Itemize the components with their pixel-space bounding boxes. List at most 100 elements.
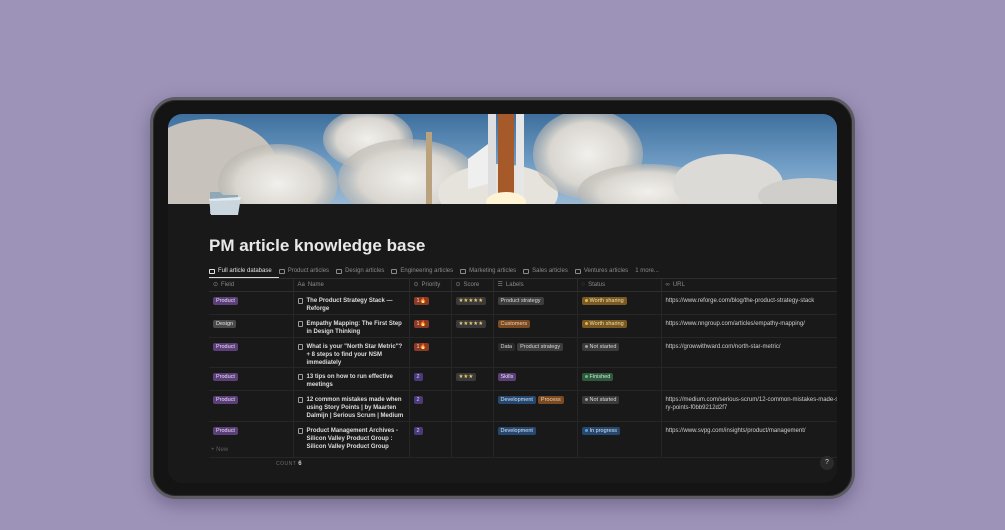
score-cell[interactable]: ★★★★★ (451, 314, 494, 338)
status-cell[interactable]: Worth sharing (577, 291, 662, 315)
table-row[interactable]: Product The Product Strategy Stack — Ref… (209, 291, 837, 315)
status-dot (584, 429, 588, 433)
url-link[interactable]: https://medium.com/serious-scrum/12-comm… (666, 397, 838, 411)
url-link[interactable]: https://www.reforge.com/blog/the-product… (666, 298, 815, 304)
url-link[interactable]: https://www.nngroup.com/articles/empathy… (666, 321, 805, 327)
priority-tag: 1🔥 (413, 297, 430, 305)
priority-cell[interactable]: 2 (409, 390, 452, 422)
name-cell[interactable]: What is your "North Star Metric"? + 8 st… (293, 337, 410, 368)
label-tag: Development (497, 427, 536, 435)
page-icon (297, 374, 303, 380)
field-cell[interactable]: Product (209, 291, 294, 315)
label-tag: Skills (497, 373, 517, 381)
url-cell[interactable]: https://medium.com/serious-scrum/12-comm… (661, 390, 838, 422)
table-row[interactable]: Product 13 tips on how to run effective … (209, 367, 837, 391)
page-icon (297, 397, 303, 403)
column-header-score[interactable]: ⊙ Score (451, 278, 494, 292)
tab-more[interactable]: 1 more... (635, 268, 659, 274)
page-title[interactable]: PM article knowledge base (209, 236, 425, 256)
url-cell[interactable] (661, 367, 837, 391)
table-row[interactable]: Product Product Management Archives - Si… (209, 421, 837, 458)
status-tag: Worth sharing (581, 297, 627, 305)
tab-product-articles[interactable]: Product articles (278, 268, 329, 274)
name-cell[interactable]: The Product Strategy Stack — Reforge (293, 291, 410, 315)
column-header-field[interactable]: ⊙ Field (209, 278, 294, 292)
status-tag: Not started (581, 343, 620, 351)
help-button[interactable]: ? (820, 456, 834, 470)
priority-cell[interactable]: 1🔥 (409, 291, 452, 315)
name-cell[interactable]: Empathy Mapping: The First Step in Desig… (293, 314, 410, 338)
tab-design-articles[interactable]: Design articles (336, 268, 384, 274)
table-row[interactable]: Product What is your "North Star Metric"… (209, 337, 837, 368)
status-cell[interactable]: Finished (577, 367, 662, 391)
priority-cell[interactable]: 2 (409, 421, 452, 458)
field-cell[interactable]: Product (209, 367, 294, 391)
field-cell[interactable]: Product (209, 337, 294, 368)
labels-cell[interactable]: Product strategy (493, 291, 578, 315)
status-tag: In progress (581, 427, 621, 435)
score-cell[interactable] (451, 421, 494, 458)
score-cell[interactable]: ★★★ (451, 367, 494, 391)
url-cell[interactable]: https://growwithward.com/north-star-metr… (661, 337, 837, 368)
status-dot (584, 322, 588, 326)
priority-tag: 2 (413, 373, 423, 381)
labels-cell[interactable]: Development (493, 421, 578, 458)
page-icon (297, 344, 303, 350)
name-cell[interactable]: 12 common mistakes made when using Story… (293, 390, 410, 422)
field-tag: Product (213, 373, 238, 381)
table-row[interactable]: Design Empathy Mapping: The First Step i… (209, 314, 837, 338)
priority-cell[interactable]: 2 (409, 367, 452, 391)
url-link[interactable]: https://growwithward.com/north-star-metr… (666, 344, 781, 350)
table-icon (523, 268, 530, 274)
url-cell[interactable]: https://www.nngroup.com/articles/empathy… (661, 314, 837, 338)
url-cell[interactable]: https://www.svpg.com/insights/product/ma… (661, 421, 837, 458)
column-header-labels[interactable]: ☰ Labels (493, 278, 578, 292)
field-cell[interactable]: Design (209, 314, 294, 338)
table-row[interactable]: Product 12 common mistakes made when usi… (209, 390, 838, 422)
url-link[interactable]: https://www.svpg.com/insights/product/ma… (666, 428, 806, 434)
url-cell[interactable]: https://www.reforge.com/blog/the-product… (661, 291, 837, 315)
table-icon (278, 268, 285, 274)
column-header-priority[interactable]: ⊙ Priority (409, 278, 452, 292)
add-new-row-button[interactable]: + New (211, 447, 228, 453)
score-tag: ★★★ (455, 373, 477, 381)
folder-icon[interactable] (208, 186, 242, 218)
status-cell[interactable]: Not started (577, 337, 662, 368)
tab-ventures-articles[interactable]: Ventures articles (574, 268, 628, 274)
status-tag: Not started (581, 396, 620, 404)
tab-full-article-database[interactable]: Full article database (209, 268, 272, 274)
status-tag: Worth sharing (581, 320, 627, 328)
list-icon: ☰ (497, 282, 503, 288)
column-header-status[interactable]: ◌ Status (577, 278, 662, 292)
column-header-url[interactable]: ∞ URL (661, 278, 837, 292)
status-cell[interactable]: In progress (577, 421, 662, 458)
tab-marketing-articles[interactable]: Marketing articles (460, 268, 516, 274)
tab-sales-articles[interactable]: Sales articles (523, 268, 568, 274)
score-cell[interactable]: ★★★★★ (451, 291, 494, 315)
score-cell[interactable] (451, 337, 494, 368)
column-header-name[interactable]: Aa Name (293, 278, 410, 292)
label-tag: Process (537, 396, 564, 404)
status-cell[interactable]: Worth sharing (577, 314, 662, 338)
labels-cell[interactable]: Development Process (493, 390, 578, 422)
priority-tag: 1🔥 (413, 343, 430, 351)
table-icon (209, 268, 215, 274)
tab-engineering-articles[interactable]: Engineering articles (391, 268, 453, 274)
field-cell[interactable]: Product (209, 390, 294, 422)
score-cell[interactable] (451, 390, 494, 422)
labels-cell[interactable]: Data Product strategy (493, 337, 578, 368)
name-cell[interactable]: Product Management Archives - Silicon Va… (293, 421, 410, 458)
cover-image (168, 114, 837, 204)
table-icon (391, 268, 398, 274)
table-icon (574, 268, 581, 274)
priority-cell[interactable]: 1🔥 (409, 314, 452, 338)
label-tag: Product strategy (517, 343, 564, 351)
select-icon: ⊙ (455, 282, 461, 288)
labels-cell[interactable]: Customers (493, 314, 578, 338)
link-icon: ∞ (665, 281, 670, 288)
name-cell[interactable]: 13 tips on how to run effective meetings (293, 367, 410, 391)
status-cell[interactable]: Not started (577, 390, 662, 422)
score-tag: ★★★★★ (455, 320, 487, 328)
labels-cell[interactable]: Skills (493, 367, 578, 391)
priority-cell[interactable]: 1🔥 (409, 337, 452, 368)
